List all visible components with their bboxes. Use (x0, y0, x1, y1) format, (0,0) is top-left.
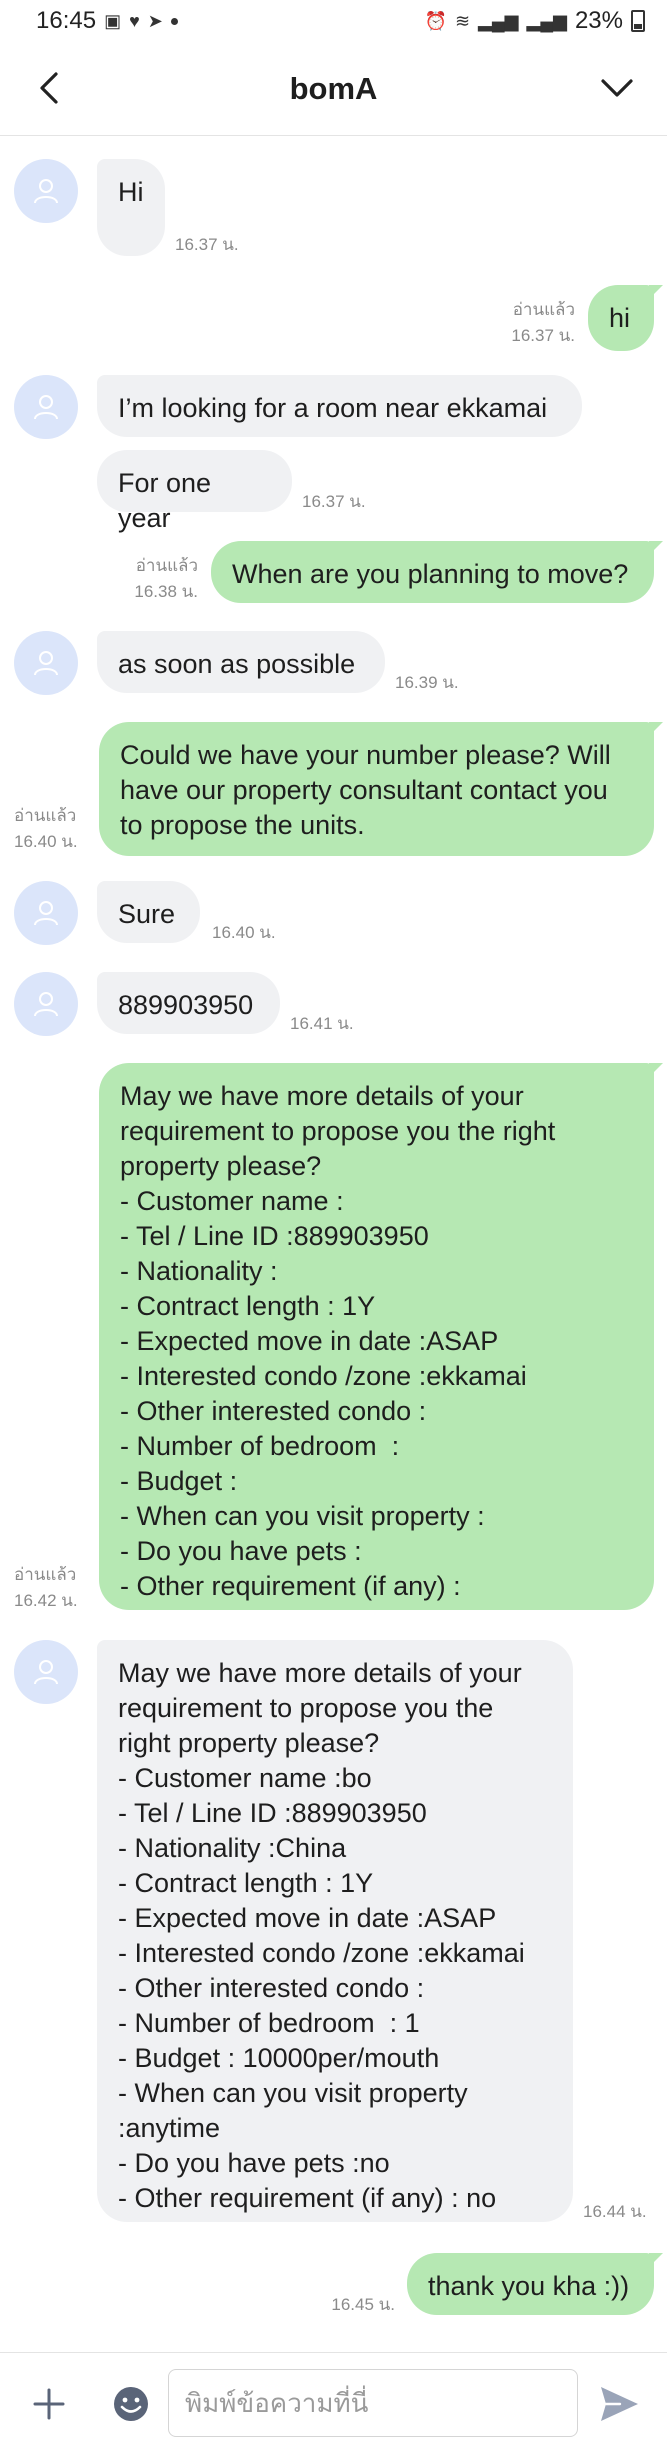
read-status: อ่านแล้ว (135, 556, 198, 575)
avatar[interactable] (14, 972, 78, 1036)
message-time: 16.37 น. (302, 492, 366, 511)
message-bubble-incoming[interactable]: Hi (97, 159, 165, 256)
plus-icon[interactable] (28, 2383, 70, 2425)
message-bubble-incoming[interactable]: Sure (97, 881, 200, 943)
status-time: 16:45 (36, 7, 97, 34)
read-status: อ่านแล้ว (14, 806, 77, 825)
message-bubble-incoming[interactable]: I’m looking for a room near ekkamai (97, 375, 582, 437)
send-notification-icon: ➤ (147, 10, 163, 31)
emoji-icon[interactable] (110, 2383, 152, 2425)
user-icon (34, 1660, 58, 1685)
status-bar: 16:45 ▣ ♥ ➤ ⏰ ≋ ▂▄▆ ▂▄▆ 23% (0, 0, 667, 42)
alarm-icon: ⏰ (424, 10, 447, 31)
message-time: 16.38 น. (134, 582, 198, 601)
user-icon (34, 901, 58, 926)
chevron-down-icon[interactable] (595, 66, 639, 110)
message-bubble-incoming[interactable]: as soon as possible (97, 631, 385, 693)
avatar[interactable] (14, 375, 78, 439)
message-bubble-incoming[interactable]: 889903950 (97, 972, 280, 1034)
message-time: 16.45 น. (331, 2295, 395, 2314)
message-time: 16.37 น. (175, 235, 239, 254)
message-bubble-outgoing[interactable]: When are you planning to move? (211, 541, 663, 603)
message-bubble-outgoing[interactable]: Could we have your number please? Will h… (99, 722, 663, 856)
chat-title: bomA (289, 70, 378, 106)
user-icon (34, 992, 58, 1017)
message-input-bar (0, 2352, 667, 2452)
chat-header: bomA (0, 42, 667, 136)
user-icon (34, 651, 58, 676)
chat-area[interactable]: Hi 16.37 น. อ่านแล้ว 16.37 น. hi I’m loo… (0, 137, 667, 2352)
message-time: 16.40 น. (212, 923, 276, 942)
avatar[interactable] (14, 881, 78, 945)
signal-icon-2: ▂▄▆ (526, 10, 567, 31)
message-bubble-outgoing[interactable]: thank you kha :)) (407, 2253, 663, 2315)
avatar[interactable] (14, 159, 78, 223)
message-time: 16.39 น. (395, 673, 459, 692)
status-left: 16:45 ▣ ♥ ➤ (36, 7, 178, 35)
avatar[interactable] (14, 631, 78, 695)
message-input[interactable] (168, 2369, 578, 2437)
signal-icon: ▂▄▆ (478, 10, 519, 31)
message-time: 16.37 น. (511, 326, 575, 345)
user-icon (34, 179, 58, 204)
user-icon (34, 395, 58, 420)
battery-icon (631, 10, 645, 32)
message-bubble-outgoing[interactable]: May we have more details of your require… (99, 1063, 663, 1610)
send-icon[interactable] (596, 2381, 642, 2427)
message-bubble-outgoing[interactable]: hi (588, 285, 663, 351)
message-bubble-incoming[interactable]: May we have more details of your require… (97, 1640, 573, 2222)
back-arrow-icon[interactable] (28, 66, 72, 110)
avatar[interactable] (14, 1640, 78, 1704)
message-time: 16.40 น. (14, 832, 78, 851)
message-time: 16.42 น. (14, 1591, 78, 1610)
message-time: 16.44 น. (583, 2202, 647, 2221)
more-notifications-icon (170, 17, 178, 25)
app-notification-icon: ♥ (129, 10, 140, 31)
read-status: อ่านแล้ว (14, 1565, 77, 1584)
wifi-icon: ≋ (454, 10, 471, 31)
battery-percent: 23% (574, 7, 623, 34)
message-bubble-incoming[interactable]: For one year (97, 450, 292, 533)
gallery-icon: ▣ (104, 10, 122, 31)
status-right: ⏰ ≋ ▂▄▆ ▂▄▆ 23% (425, 7, 645, 35)
message-time: 16.41 น. (290, 1014, 354, 1033)
read-status: อ่านแล้ว (512, 300, 575, 319)
